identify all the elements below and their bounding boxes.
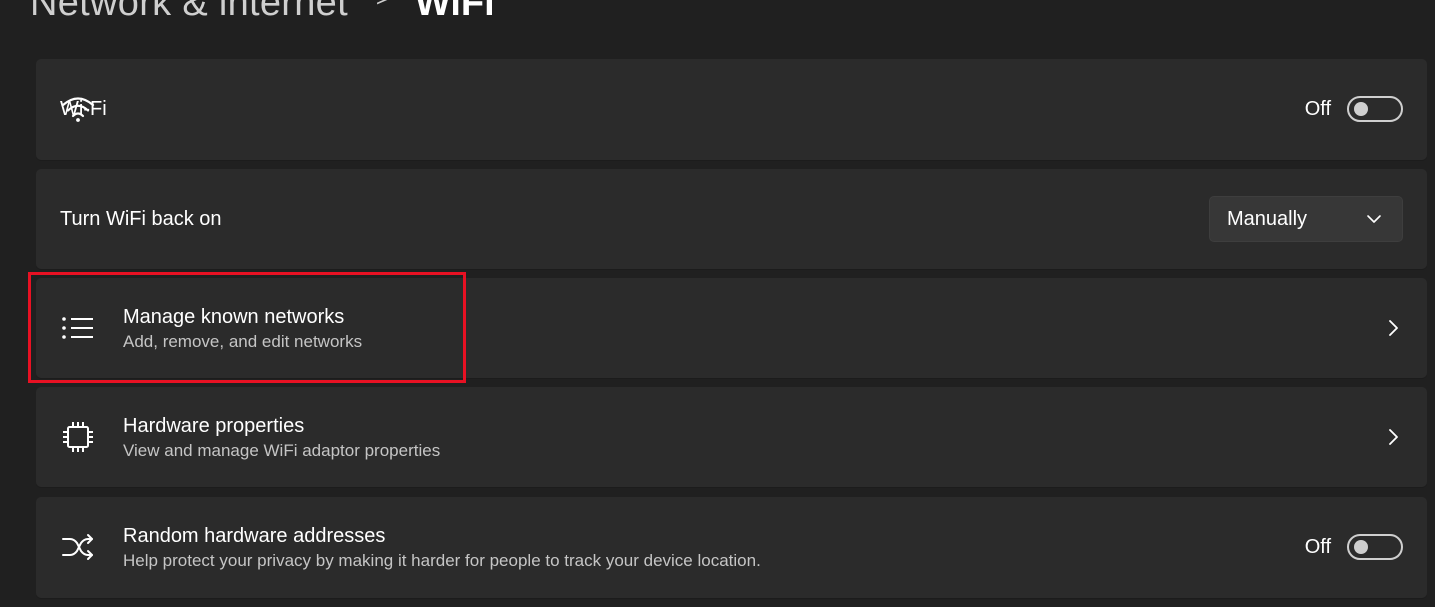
wifi-toggle-knob <box>1354 102 1368 116</box>
shuffle-icon <box>60 529 96 565</box>
random-hw-toggle-knob <box>1354 540 1368 554</box>
random-hardware-addresses-subtitle: Help protect your privacy by making it h… <box>123 551 761 570</box>
wifi-card: Wi-Fi Off <box>36 59 1427 160</box>
random-hw-toggle-label: Off <box>1304 535 1331 558</box>
breadcrumb-network-internet[interactable]: Network & internet <box>30 0 348 25</box>
chevron-right-icon <box>1389 320 1398 336</box>
list-icon <box>60 310 96 346</box>
wifi-toggle-group: Off <box>1305 96 1403 122</box>
manage-known-networks-text: Manage known networks Add, remove, and e… <box>123 305 362 353</box>
random-hw-toggle[interactable] <box>1347 534 1403 560</box>
breadcrumb-separator: > <box>376 0 389 12</box>
hardware-properties-card[interactable]: Hardware properties View and manage WiFi… <box>36 387 1427 487</box>
settings-page: Network & internet > WiFi Wi-Fi Off Turn… <box>0 0 1435 607</box>
random-hw-toggle-group: Off <box>1305 534 1403 560</box>
turn-wifi-back-on-title: Turn WiFi back on <box>60 208 222 230</box>
wifi-title: Wi-Fi <box>60 98 107 120</box>
hardware-properties-text: Hardware properties View and manage WiFi… <box>123 414 440 462</box>
hardware-properties-title: Hardware properties <box>123 415 305 437</box>
random-hardware-addresses-text: Random hardware addresses Help protect y… <box>123 524 761 572</box>
hardware-properties-subtitle: View and manage WiFi adaptor properties <box>123 441 441 460</box>
turn-wifi-back-on-card: Turn WiFi back on Manually <box>36 169 1427 269</box>
dropdown-selected-value: Manually <box>1227 207 1308 230</box>
page-title: WiFi <box>414 0 495 24</box>
turn-wifi-back-on-dropdown[interactable]: Manually <box>1209 196 1403 242</box>
manage-known-networks-title: Manage known networks <box>123 306 345 328</box>
breadcrumb: Network & internet > WiFi <box>30 0 495 28</box>
manage-known-networks-subtitle: Add, remove, and edit networks <box>123 332 363 351</box>
random-hardware-addresses-title: Random hardware addresses <box>123 525 386 547</box>
chevron-down-icon <box>1367 215 1381 223</box>
manage-known-networks-card[interactable]: Manage known networks Add, remove, and e… <box>36 278 1427 378</box>
chevron-right-icon <box>1389 429 1398 445</box>
wifi-toggle[interactable] <box>1347 96 1403 122</box>
wifi-toggle-label: Off <box>1304 97 1331 120</box>
random-hardware-addresses-card: Random hardware addresses Help protect y… <box>36 497 1427 598</box>
chip-icon <box>60 419 96 455</box>
